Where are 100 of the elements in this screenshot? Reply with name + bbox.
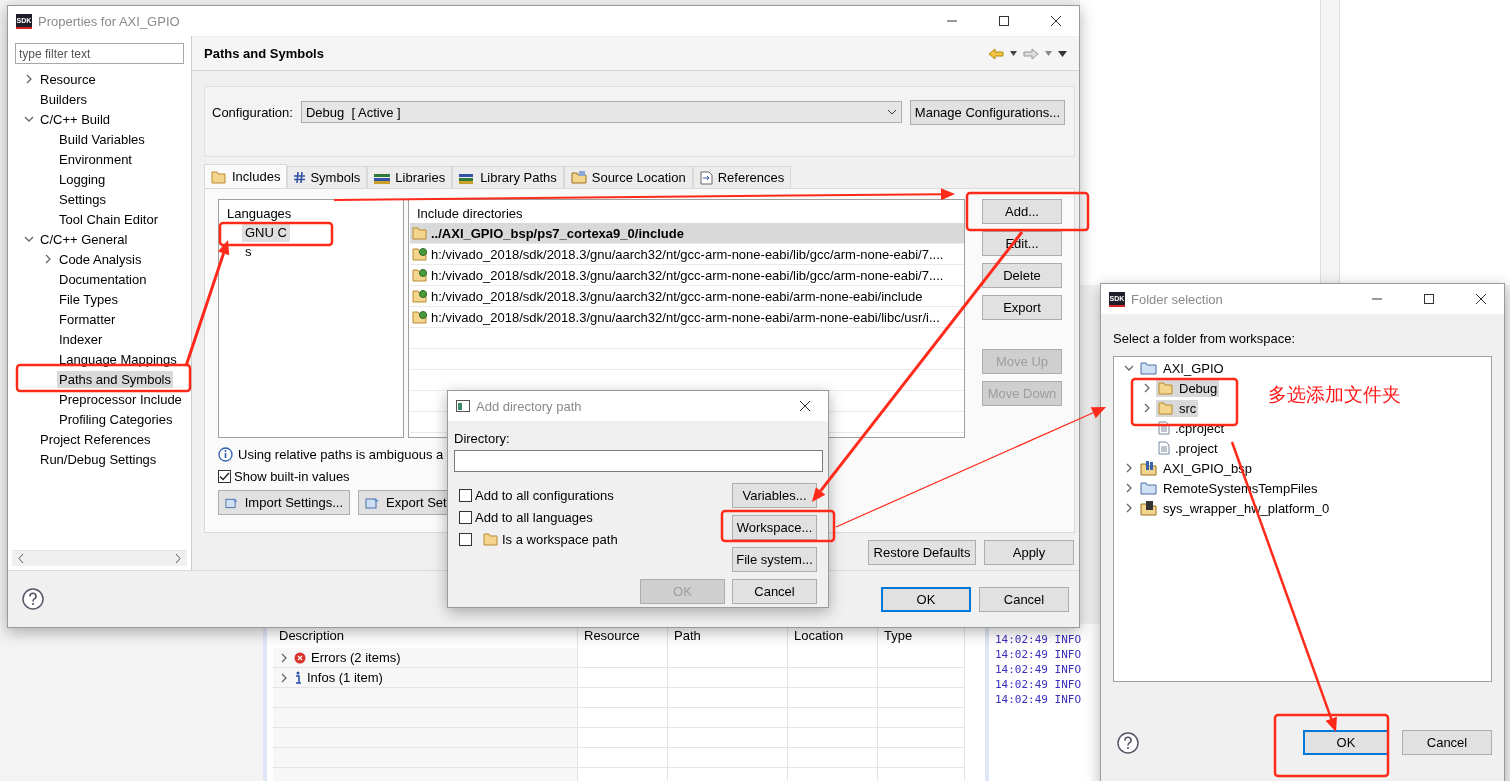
tree-item[interactable]: Code Analysis: [57, 250, 144, 268]
tree-item[interactable]: Indexer: [57, 330, 105, 348]
language-item[interactable]: s: [242, 242, 255, 261]
configuration-label: Configuration:: [212, 105, 293, 120]
console-line: 14:02:49 INFO: [995, 662, 1083, 677]
chevron-right-icon[interactable]: [279, 672, 289, 683]
error-icon: [294, 651, 306, 664]
tree-item[interactable]: src: [1156, 399, 1199, 417]
chevron-right-icon[interactable]: [1124, 463, 1134, 473]
chevron-right-icon[interactable]: [43, 254, 53, 264]
tab[interactable]: Includes: [204, 164, 288, 188]
chevron-right-icon[interactable]: [279, 652, 289, 663]
chevron-right-icon[interactable]: [24, 74, 34, 84]
chevron-right-icon[interactable]: [1142, 383, 1152, 393]
list-action-button[interactable]: Delete: [982, 263, 1062, 288]
tree-item[interactable]: Run/Debug Settings: [38, 450, 159, 468]
folder-icon: [412, 247, 428, 261]
tree-item[interactable]: .cproject: [1156, 419, 1227, 437]
tab[interactable]: Source Location: [563, 166, 693, 188]
import-icon: [225, 495, 240, 510]
tree-item[interactable]: Resource: [38, 70, 98, 88]
checkbox[interactable]: [459, 510, 472, 524]
tree-item[interactable]: .project: [1156, 439, 1220, 457]
tree-item[interactable]: C/C++ Build: [38, 110, 113, 128]
file-icon: [1158, 441, 1170, 455]
list-action-button[interactable]: Export: [982, 295, 1062, 320]
dialog-button[interactable]: Workspace...: [732, 515, 817, 540]
dialog-title: Add directory path: [476, 398, 583, 414]
ok-button[interactable]: OK: [1303, 730, 1389, 755]
dialog-button[interactable]: Variables...: [732, 483, 817, 508]
caret-icon[interactable]: [1010, 51, 1017, 56]
checkbox[interactable]: [459, 532, 472, 546]
page-title: Paths and Symbols: [204, 46, 325, 61]
tree-item[interactable]: Infos (1 item): [307, 670, 383, 685]
folder-icon: [570, 171, 587, 184]
hash-icon: [294, 172, 306, 183]
scrollbar[interactable]: [12, 550, 187, 566]
project-folder-icon: [1140, 481, 1158, 495]
tree-item[interactable]: Builders: [38, 90, 89, 108]
directory-field[interactable]: [454, 450, 823, 472]
tab[interactable]: Libraries: [367, 166, 453, 188]
help-icon[interactable]: [1117, 731, 1139, 754]
chevron-right-icon[interactable]: [1124, 483, 1134, 493]
menu-caret-icon[interactable]: [1058, 50, 1067, 57]
folder-icon: [1158, 381, 1174, 395]
chevron-right-icon[interactable]: [1124, 503, 1134, 513]
books-icon: [374, 171, 391, 184]
filter-field[interactable]: type filter text: [15, 43, 184, 64]
console-line: 14:02:49 INFO: [995, 647, 1083, 662]
ok-button[interactable]: OK: [881, 586, 971, 612]
tree-item[interactable]: Environment: [57, 150, 134, 168]
dialog-button[interactable]: File system...: [732, 547, 817, 572]
tree-item[interactable]: Formatter: [57, 310, 118, 328]
folder-icon: [412, 310, 428, 324]
list-action-button[interactable]: Add...: [982, 199, 1062, 224]
checkbox-label: Add to all languages: [475, 509, 593, 525]
info-text: Using relative paths is ambiguous a: [238, 447, 444, 462]
tree-item[interactable]: Project References: [38, 430, 153, 448]
scroll-right-icon[interactable]: [175, 554, 181, 563]
import-settings-button[interactable]: Import Settings...: [218, 490, 350, 515]
books-icon: [459, 171, 476, 184]
tab[interactable]: Library Paths: [452, 166, 564, 188]
tree-item[interactable]: Paths and Symbols: [57, 370, 173, 388]
file-icon: [1158, 421, 1170, 435]
restore-defaults-button[interactable]: Restore Defaults: [868, 540, 976, 565]
tree-item[interactable]: Preprocessor Include: [57, 390, 184, 408]
tab[interactable]: References: [692, 166, 792, 188]
chevron-down-icon[interactable]: [24, 234, 34, 244]
cancel-button[interactable]: Cancel: [979, 586, 1069, 612]
scroll-left-icon[interactable]: [18, 554, 24, 563]
chevron-down-icon[interactable]: [24, 114, 34, 124]
cancel-button[interactable]: Cancel: [1402, 730, 1492, 755]
tree-item[interactable]: Documentation: [57, 270, 149, 288]
tree-item[interactable]: Settings: [57, 190, 108, 208]
checkbox-label: Is a workspace path: [502, 531, 618, 547]
tree-item[interactable]: Tool Chain Editor: [57, 210, 160, 228]
tree-item[interactable]: Errors (2 items): [311, 650, 401, 665]
window-icon: [456, 400, 470, 412]
include-row[interactable]: ../AXI_GPIO_bsp/ps7_cortexa9_0/include: [410, 223, 964, 244]
manage-configurations-button[interactable]: Manage Configurations...: [909, 100, 1065, 125]
scrollbar[interactable]: [1320, 0, 1340, 285]
tree-item[interactable]: Logging: [57, 170, 108, 188]
tree-item[interactable]: AXI_GPIO: [1138, 359, 1226, 377]
checkbox[interactable]: [218, 470, 231, 483]
tree-item[interactable]: C/C++ General: [38, 230, 130, 248]
tree-item[interactable]: File Types: [57, 290, 120, 308]
prompt-text: Select a folder from workspace:: [1113, 331, 1297, 346]
chevron-right-icon[interactable]: [1142, 403, 1152, 413]
project-folder-icon: [1140, 460, 1158, 476]
chevron-down-icon[interactable]: [1124, 363, 1134, 373]
checkbox[interactable]: [459, 488, 472, 502]
tree-item[interactable]: Profiling Categories: [57, 410, 175, 428]
folder-icon: [412, 268, 428, 282]
help-icon[interactable]: [22, 588, 44, 610]
configuration-select[interactable]: Debug [ Active ]: [300, 101, 902, 123]
apply-button[interactable]: Apply: [984, 540, 1074, 565]
export-icon: [365, 495, 381, 510]
cancel-button[interactable]: Cancel: [732, 579, 817, 604]
tab[interactable]: Symbols: [287, 166, 368, 188]
tree-item[interactable]: Build Variables: [57, 130, 147, 148]
